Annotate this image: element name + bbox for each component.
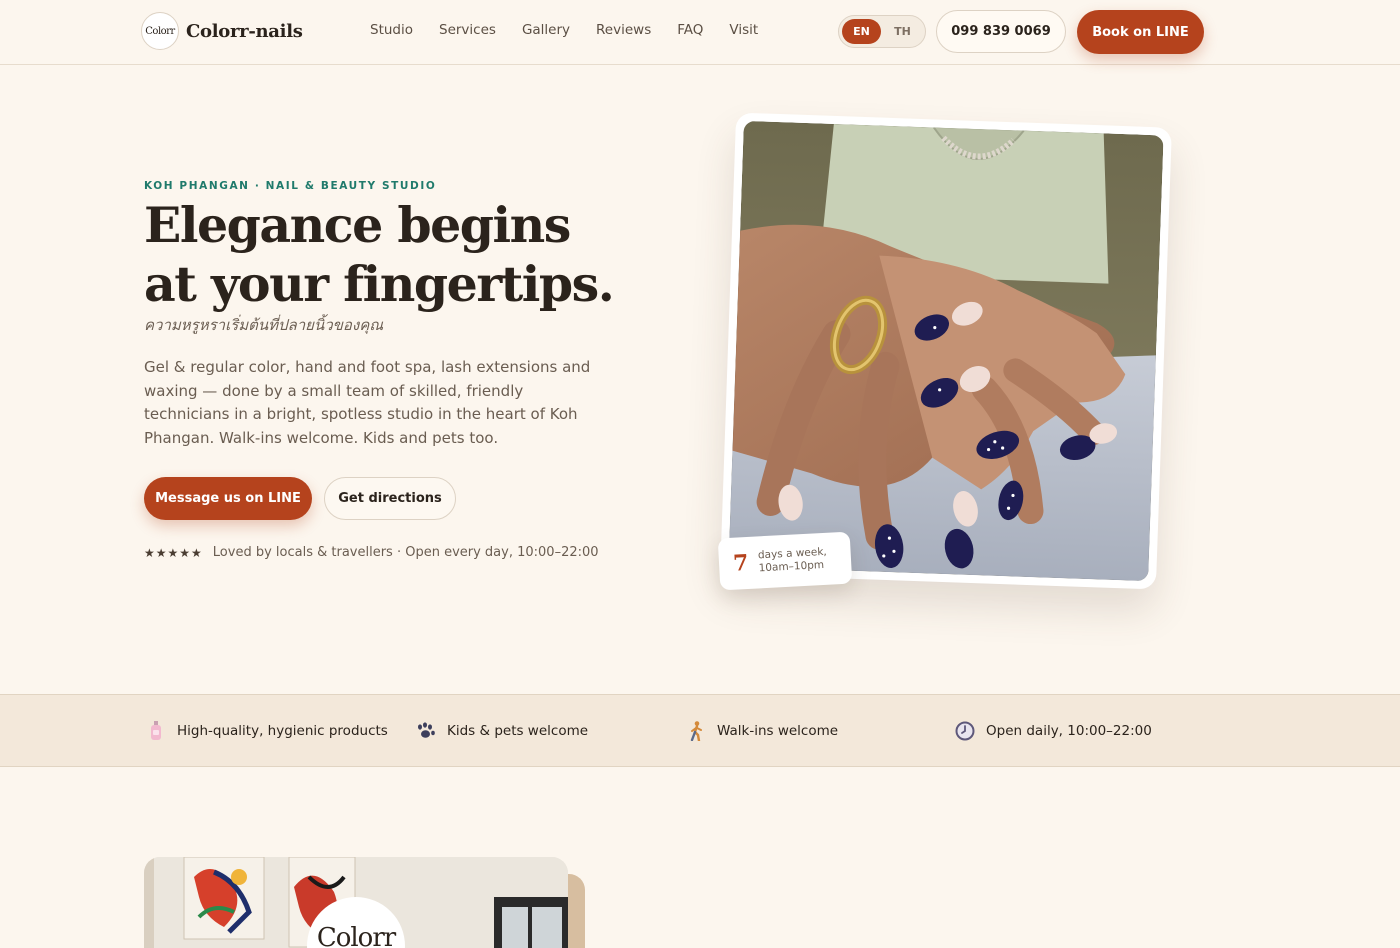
features-bar: High-quality, hygienic products Kids & p…: [0, 694, 1400, 767]
hero-title-line1: Elegance begins: [144, 196, 571, 254]
studio-logo-text: Colorr: [316, 923, 396, 948]
site-header: Colorr Colorr-nails Studio Services Gall…: [0, 0, 1400, 65]
feature-label: High-quality, hygienic products: [177, 723, 388, 739]
message-on-line-button[interactable]: Message us on LINE: [144, 477, 312, 520]
feature-kids-pets: Kids & pets welcome: [416, 721, 588, 741]
hero-description: Gel & regular color, hand and foot spa, …: [144, 358, 591, 447]
open-days-badge: 7 days a week, 10am–10pm: [717, 531, 853, 591]
lotion-bottle-icon: [146, 721, 166, 741]
hero-thai-subtitle: ความหรูหราเริ่มต้นที่ปลายนิ้วของคุณ: [144, 316, 384, 334]
brand[interactable]: Colorr Colorr-nails: [141, 12, 303, 50]
book-on-line-button[interactable]: Book on LINE: [1077, 10, 1204, 54]
rating-line: ★★★★★ Loved by locals & travellers · Ope…: [144, 545, 599, 560]
nav-link-services[interactable]: Services: [439, 22, 496, 38]
brand-name[interactable]: Colorr-nails: [186, 21, 303, 42]
nav-link-studio[interactable]: Studio: [370, 22, 413, 38]
main-nav: Studio Services Gallery Reviews FAQ Visi…: [370, 22, 784, 38]
feature-open-daily: Open daily, 10:00–22:00: [955, 721, 1152, 741]
nav-link-visit[interactable]: Visit: [729, 22, 758, 38]
rating-text: Loved by locals & travellers · Open ever…: [212, 545, 599, 560]
star-rating-icon: ★★★★★: [144, 545, 203, 560]
feature-label: Kids & pets welcome: [447, 723, 589, 739]
brand-logo-text: Colorr: [145, 25, 175, 37]
nav-link-gallery[interactable]: Gallery: [522, 22, 570, 38]
feature-label: Open daily, 10:00–22:00: [986, 723, 1152, 739]
brand-logo[interactable]: Colorr: [141, 12, 179, 50]
get-directions-button[interactable]: Get directions: [324, 477, 456, 520]
walking-person-icon: [686, 721, 706, 741]
nav-link-reviews[interactable]: Reviews: [596, 22, 651, 38]
lang-th-button[interactable]: TH: [883, 19, 922, 44]
clock-icon: [955, 721, 975, 741]
language-switch: EN TH: [838, 15, 926, 48]
feature-walk-ins: Walk-ins welcome: [686, 721, 838, 741]
hero-title: Elegance begins at your fingertips.: [144, 196, 664, 314]
hero-photo-frame: [720, 112, 1172, 590]
hero-title-line2: at your fingertips.: [144, 255, 615, 313]
hero-photo-manicured-hands: [728, 120, 1164, 582]
studio-photo: Colorr: [144, 857, 568, 948]
lang-en-button[interactable]: EN: [842, 19, 881, 44]
nav-link-faq[interactable]: FAQ: [677, 22, 703, 38]
phone-button[interactable]: 099 839 0069: [936, 10, 1066, 53]
feature-label: Walk-ins welcome: [717, 723, 839, 739]
feature-hygienic-products: High-quality, hygienic products: [146, 721, 388, 741]
badge-number: 7: [732, 549, 750, 577]
hero-photo-illustration: [728, 120, 1164, 582]
paw-print-icon: [416, 721, 436, 741]
badge-text: days a week, 10am–10pm: [757, 545, 828, 575]
hero-eyebrow: KOH PHANGAN · NAIL & BEAUTY STUDIO: [144, 180, 437, 192]
